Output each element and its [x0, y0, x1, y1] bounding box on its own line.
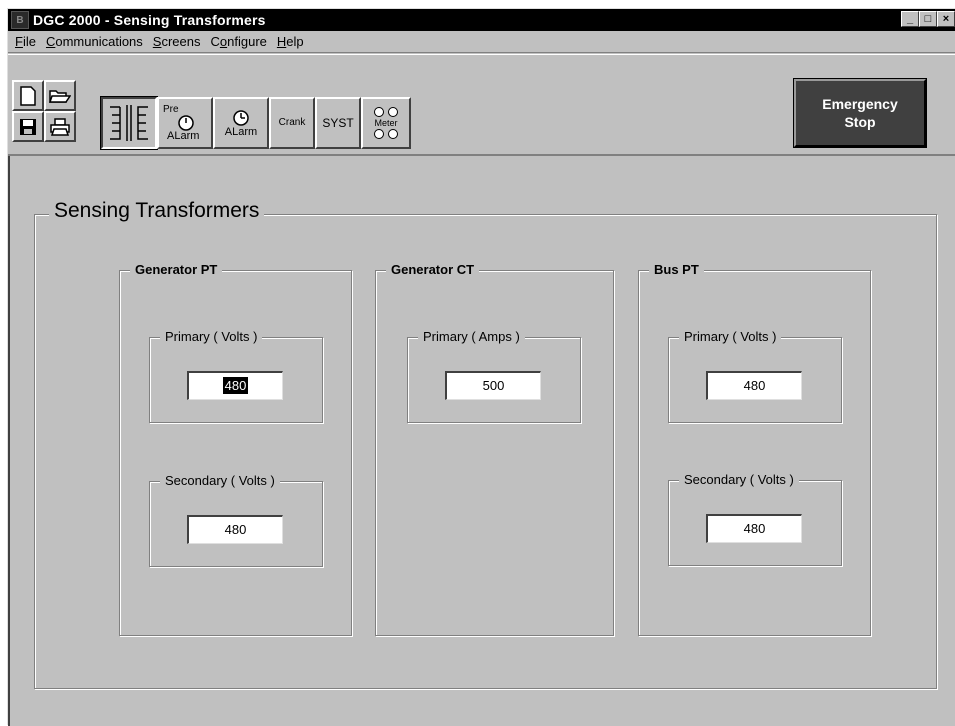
generator-ct-primary-label: Primary ( Amps ) [418, 329, 525, 344]
alarm-button[interactable]: ALarm [213, 97, 269, 149]
save-button[interactable] [12, 111, 44, 142]
app-window: B DGC 2000 - Sensing Transformers _ □ × … [7, 8, 955, 726]
generator-pt-secondary-label: Secondary ( Volts ) [160, 473, 280, 488]
app-icon[interactable]: B [11, 11, 29, 29]
generator-ct-title: Generator CT [386, 262, 480, 277]
bus-pt-primary-input[interactable]: 480 [706, 371, 802, 400]
printer-icon [50, 117, 70, 136]
emergency-stop-line2: Stop [844, 114, 876, 130]
crank-button[interactable]: Crank [269, 97, 315, 149]
menu-bar: File Communications Screens Configure He… [8, 31, 955, 53]
alarm-label: ALarm [224, 126, 258, 138]
new-document-icon [20, 85, 36, 106]
window-title: DGC 2000 - Sensing Transformers [33, 12, 266, 28]
bus-pt-primary-label: Primary ( Volts ) [679, 329, 782, 344]
bus-pt-secondary-group: Secondary ( Volts ) 480 [668, 472, 842, 566]
syst-button[interactable]: SYST [315, 97, 361, 149]
window-controls: _ □ × [901, 11, 955, 27]
generator-pt-secondary-input[interactable]: 480 [187, 515, 283, 544]
generator-ct-primary-input[interactable]: 500 [445, 371, 541, 400]
save-disk-icon [20, 118, 36, 135]
clock-icon [178, 115, 194, 131]
menu-file[interactable]: File [10, 34, 41, 49]
menu-screens[interactable]: Screens [148, 34, 206, 49]
meter-label: Meter [374, 118, 398, 128]
bus-pt-title: Bus PT [649, 262, 704, 277]
open-button[interactable] [44, 80, 76, 111]
generator-pt-title: Generator PT [130, 262, 223, 277]
pre-alarm-button[interactable]: Pre ALarm [157, 97, 213, 149]
gauge-icon-top [374, 107, 398, 117]
generator-pt-primary-input[interactable]: 480 [187, 371, 283, 400]
pre-alarm-label-line2: ALarm [167, 130, 200, 142]
generator-pt-primary-group: Primary ( Volts ) 480 [149, 329, 323, 423]
new-button[interactable] [12, 80, 44, 111]
bus-pt-group: Bus PT Primary ( Volts ) 480 Secondary (… [638, 262, 871, 636]
toolbar: Pre ALarm ALarm Crank SYST Meter Emergen… [8, 54, 955, 156]
menu-configure[interactable]: Configure [206, 34, 272, 49]
gauge-icon-bottom [374, 129, 398, 139]
generator-pt-group: Generator PT Primary ( Volts ) 480 Secon… [119, 262, 352, 636]
close-button[interactable]: × [937, 11, 955, 27]
page-title: Sensing Transformers [49, 199, 265, 223]
open-folder-icon [49, 89, 71, 103]
crank-label: Crank [278, 117, 306, 128]
generator-pt-secondary-group: Secondary ( Volts ) 480 [149, 473, 323, 567]
emergency-stop-button[interactable]: Emergency Stop [793, 78, 927, 148]
title-bar[interactable]: B DGC 2000 - Sensing Transformers _ □ × [8, 9, 955, 31]
maximize-button[interactable]: □ [919, 11, 937, 27]
sensing-transformers-button[interactable] [100, 96, 158, 150]
generator-pt-primary-label: Primary ( Volts ) [160, 329, 263, 344]
minimize-button[interactable]: _ [901, 11, 919, 27]
bus-pt-secondary-input[interactable]: 480 [706, 514, 802, 543]
bus-pt-primary-group: Primary ( Volts ) 480 [668, 329, 842, 423]
emergency-stop-line1: Emergency [822, 96, 898, 112]
main-content: Sensing Transformers Generator PT Primar… [8, 156, 955, 726]
bus-pt-secondary-label: Secondary ( Volts ) [679, 472, 799, 487]
menu-help[interactable]: Help [272, 34, 309, 49]
alarm-clock-icon [233, 110, 249, 126]
print-button[interactable] [44, 111, 76, 142]
sensing-transformers-group: Sensing Transformers Generator PT Primar… [34, 199, 937, 689]
generator-ct-group: Generator CT Primary ( Amps ) 500 [375, 262, 614, 636]
menu-communications[interactable]: Communications [41, 34, 148, 49]
syst-label: SYST [322, 116, 354, 130]
meter-button[interactable]: Meter [361, 97, 411, 149]
transformer-icon [110, 105, 148, 141]
pre-alarm-label-line1: Pre [163, 104, 179, 115]
generator-ct-primary-group: Primary ( Amps ) 500 [407, 329, 581, 423]
generator-pt-primary-value: 480 [222, 377, 249, 394]
